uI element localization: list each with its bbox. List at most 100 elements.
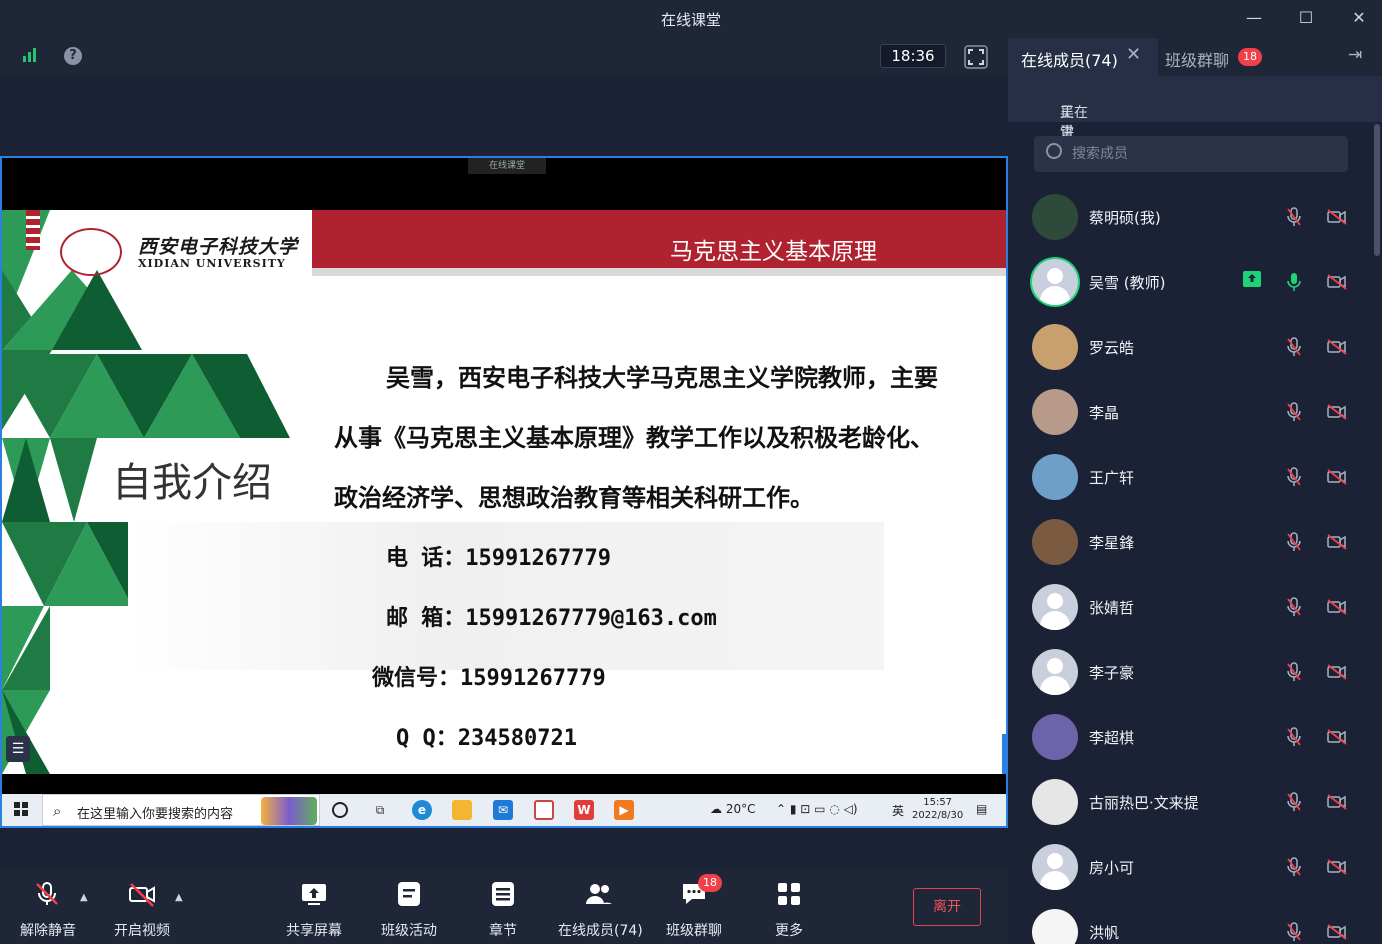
member-list-scrollbar[interactable] — [1374, 124, 1380, 256]
avatar — [1032, 584, 1078, 630]
member-row[interactable]: 李子豪 — [1032, 645, 1362, 701]
camera-off-icon — [1327, 599, 1347, 615]
camera-off-icon — [1327, 794, 1347, 810]
member-search-input[interactable] — [1072, 136, 1332, 172]
member-name: 房小可 — [1089, 859, 1135, 877]
taskbar-search: ⌕ 在这里输入你要搜索的内容 — [42, 794, 320, 826]
search-highlight-image — [261, 797, 317, 825]
chapter-button[interactable]: 章节 — [488, 880, 518, 940]
member-row[interactable]: 古丽热巴·文来提 — [1032, 775, 1362, 831]
file-explorer-icon — [452, 800, 472, 820]
speaking-indicator: 正在讲话：吴雪 — [1008, 76, 1382, 161]
minimize-button[interactable]: — — [1244, 8, 1264, 28]
member-panel: 在线成员(74) ✕ 班级群聊 18 ⇥ 正在讲话：吴雪 蔡明硕(我) 吴雪 (教… — [1008, 38, 1382, 944]
class-activity-button[interactable]: 班级活动 — [381, 880, 437, 940]
member-row[interactable]: 李晶 — [1032, 385, 1362, 441]
taskbar-clock: 15:57 2022/8/30 — [912, 797, 964, 821]
camera-off-icon — [1327, 404, 1347, 420]
member-row[interactable]: 李超棋 — [1032, 710, 1362, 766]
camera-off-icon — [1327, 859, 1347, 875]
bio-line-2: 从事《马克思主义基本原理》教学工作以及积极老龄化、 — [334, 424, 934, 452]
member-name: 古丽热巴·文来提 — [1089, 794, 1199, 812]
more-button[interactable]: 更多 — [774, 880, 804, 940]
presentation-slide: 西安电子科技大学 XIDIAN UNIVERSITY 马克思主义基本原理 自我介… — [2, 210, 1006, 774]
task-view-icon: ⧉ — [375, 803, 385, 817]
mail-icon: ✉ — [493, 800, 513, 820]
avatar — [1032, 649, 1078, 695]
input-language: 英 — [892, 804, 905, 818]
member-row[interactable]: 李星鋒 — [1032, 515, 1362, 571]
shared-window-tag: 在线课堂 — [468, 158, 546, 174]
member-name: 张婧哲 — [1089, 599, 1135, 617]
player-icon: ▶ — [614, 800, 634, 820]
maximize-button[interactable]: ☐ — [1296, 8, 1316, 28]
slide-menu-button[interactable]: ☰ — [6, 736, 30, 762]
avatar — [1032, 779, 1078, 825]
mic-muted-icon — [1287, 662, 1301, 681]
university-name-en: XIDIAN UNIVERSITY — [138, 257, 286, 270]
close-button[interactable]: ✕ — [1349, 8, 1369, 28]
window-title: 在线课堂 — [660, 11, 721, 29]
shared-taskbar: ⌕ 在这里输入你要搜索的内容 ⧉ e ✉ W ▶ ☁ 20°C ⌃ ▮ ⊡ ▭ … — [2, 794, 1006, 826]
member-row[interactable]: 王广轩 — [1032, 450, 1362, 506]
screen-sharing-icon — [1243, 271, 1261, 287]
members-icon — [586, 884, 612, 904]
camera-off-icon — [1327, 274, 1347, 290]
app-seal-icon — [534, 800, 554, 820]
mic-muted-icon — [1287, 402, 1301, 421]
fullscreen-icon[interactable] — [964, 45, 988, 69]
avatar — [1032, 519, 1078, 565]
camera-off-icon — [1327, 924, 1347, 940]
search-icon — [1046, 143, 1062, 159]
signal-strength-icon — [23, 48, 39, 62]
title-bar: 在线课堂 — ☐ ✕ — [0, 0, 1382, 38]
camera-off-icon — [129, 883, 155, 907]
bio-line-3: 政治经济学、思想政治教育等相关科研工作。 — [334, 484, 814, 512]
member-row[interactable]: 房小可 — [1032, 840, 1362, 896]
weather-status: ☁ 20°C — [710, 802, 756, 816]
member-row[interactable]: 洪帆 — [1032, 905, 1362, 944]
mic-muted-icon — [1287, 727, 1301, 746]
member-row[interactable]: 罗云皓 — [1032, 320, 1362, 376]
mic-muted-icon — [1287, 922, 1301, 941]
member-name: 李晶 — [1089, 404, 1120, 422]
start-video-button[interactable]: 开启视频 — [114, 880, 170, 940]
search-icon: ⌕ — [53, 802, 62, 820]
windows-start-icon — [14, 802, 28, 816]
university-name-cn: 西安电子科技大学 — [138, 236, 299, 258]
camera-off-icon — [1327, 469, 1347, 485]
audio-options-caret[interactable]: ▲ — [80, 892, 88, 903]
member-name: 李星鋒 — [1089, 534, 1135, 552]
close-tab-icon[interactable]: ✕ — [1126, 44, 1141, 65]
camera-off-icon — [1327, 729, 1347, 745]
mic-muted-icon — [1287, 207, 1301, 226]
mic-on-icon — [1287, 273, 1301, 291]
avatar — [1032, 714, 1078, 760]
leave-button[interactable]: 离开 — [913, 888, 981, 926]
online-members-button[interactable]: 在线成员(74) — [558, 880, 643, 940]
member-name: 李子豪 — [1089, 664, 1135, 682]
mic-muted-icon — [1287, 597, 1301, 616]
slide-scroll-thumb[interactable] — [1002, 734, 1006, 774]
tab-online-members[interactable]: 在线成员(74) ✕ — [1008, 38, 1158, 76]
avatar — [1032, 909, 1078, 944]
member-name: 洪帆 — [1089, 924, 1120, 942]
university-seal-icon — [60, 228, 122, 276]
share-screen-icon — [302, 884, 326, 905]
camera-off-icon — [1327, 339, 1347, 355]
contact-email: 邮 箱：15991267779@163.com — [386, 606, 717, 631]
help-icon[interactable]: ? — [64, 47, 82, 65]
share-screen-button[interactable]: 共享屏幕 — [286, 880, 342, 940]
camera-off-icon — [1327, 664, 1347, 680]
contact-phone: 电 话：15991267779 — [386, 546, 611, 571]
unmute-button[interactable]: 解除静音 — [20, 880, 76, 940]
avatar — [1032, 389, 1078, 435]
video-options-caret[interactable]: ▲ — [175, 892, 183, 903]
edge-icon: e — [412, 800, 432, 820]
chat-unread-badge: 18 — [698, 874, 722, 892]
member-row[interactable]: 吴雪 (教师) — [1032, 255, 1362, 311]
member-row[interactable]: 张婧哲 — [1032, 580, 1362, 636]
shared-screen: 在线课堂 西安电子科技大学 XIDIAN UNIVERSITY 马克思主义基本原… — [0, 156, 1008, 828]
member-row[interactable]: 蔡明硕(我) — [1032, 190, 1362, 246]
collapse-panel-icon[interactable]: ⇥ — [1348, 45, 1362, 65]
